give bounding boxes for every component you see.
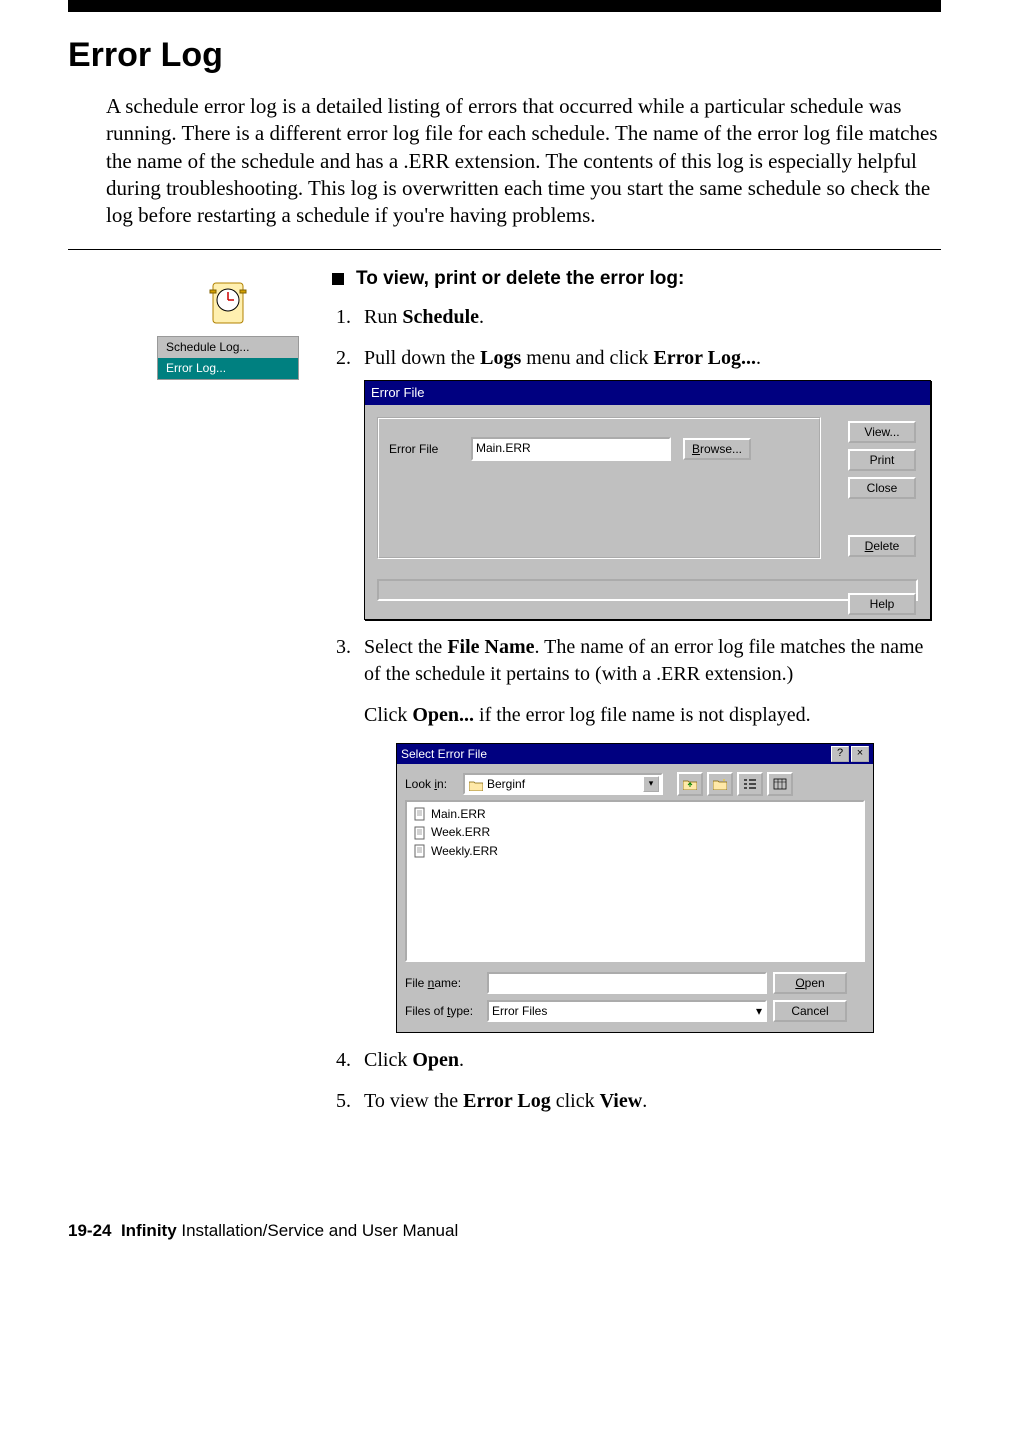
- file-icon: [413, 826, 427, 840]
- dialog-title: Error File: [365, 381, 930, 405]
- section-divider: [68, 249, 941, 250]
- header-rule: [68, 0, 941, 12]
- folder-icon: [469, 779, 483, 790]
- step-5: To view the Error Log click View.: [356, 1088, 941, 1115]
- open-button[interactable]: Open: [773, 972, 847, 994]
- status-bar: [377, 579, 918, 601]
- step-4: Click Open.: [356, 1047, 941, 1074]
- details-view-button[interactable]: [767, 772, 793, 796]
- filename-input[interactable]: [487, 972, 767, 994]
- clock-icon: [203, 278, 253, 328]
- print-button[interactable]: Print: [848, 449, 916, 471]
- file-icon: [413, 844, 427, 858]
- filetype-combo[interactable]: Error Files ▾: [487, 1000, 767, 1022]
- browse-button[interactable]: Browse...: [683, 438, 751, 460]
- step-1: Run Schedule.: [356, 304, 941, 331]
- cancel-button[interactable]: Cancel: [773, 1000, 847, 1022]
- view-button[interactable]: View...: [848, 421, 916, 443]
- close-button[interactable]: Close: [848, 477, 916, 499]
- list-view-button[interactable]: [737, 772, 763, 796]
- error-file-input[interactable]: Main.ERR: [471, 437, 671, 461]
- logs-menu: Schedule Log... Error Log...: [157, 336, 299, 380]
- dialog2-title: Select Error File: [401, 746, 487, 762]
- filename-label: File name:: [405, 975, 481, 991]
- step-3: Select the File Name. The name of an err…: [356, 634, 941, 1033]
- lookin-label: Look in:: [405, 776, 457, 792]
- error-file-label: Error File: [389, 441, 459, 457]
- file-item[interactable]: Main.ERR: [413, 806, 857, 822]
- new-folder-button[interactable]: [707, 772, 733, 796]
- filetype-label: Files of type:: [405, 1003, 481, 1019]
- lookin-combo[interactable]: Berginf ▾: [463, 773, 663, 795]
- step-2: Pull down the Logs menu and click Error …: [356, 345, 941, 620]
- delete-button[interactable]: Delete: [848, 535, 916, 557]
- task-heading: To view, print or delete the error log:: [332, 268, 941, 290]
- up-folder-button[interactable]: [677, 772, 703, 796]
- dropdown-icon[interactable]: ▾: [756, 1003, 762, 1019]
- bullet-square-icon: [332, 273, 344, 285]
- close-titlebar-button[interactable]: ×: [851, 746, 869, 762]
- page-footer: 19-24 Infinity Installation/Service and …: [68, 1221, 458, 1241]
- menu-item-error-log[interactable]: Error Log...: [158, 358, 298, 379]
- help-button[interactable]: Help: [848, 593, 916, 615]
- select-error-file-dialog: Select Error File ? × Look in:: [396, 743, 874, 1033]
- error-file-dialog: Error File Error File Main.ERR Browse...: [364, 380, 931, 620]
- file-item[interactable]: Weekly.ERR: [413, 843, 857, 859]
- page-title: Error Log: [68, 36, 941, 75]
- menu-item-schedule-log[interactable]: Schedule Log...: [158, 337, 298, 358]
- file-item[interactable]: Week.ERR: [413, 824, 857, 840]
- dropdown-icon[interactable]: ▾: [643, 776, 659, 792]
- step-list: Run Schedule. Pull down the Logs menu an…: [332, 304, 941, 1115]
- error-file-groupbox: Error File Main.ERR Browse...: [377, 417, 821, 559]
- help-titlebar-button[interactable]: ?: [831, 746, 849, 762]
- intro-paragraph: A schedule error log is a detailed listi…: [106, 93, 941, 229]
- file-icon: [413, 807, 427, 821]
- file-list[interactable]: Main.ERR Week.ERR Weekly.ERR: [405, 800, 865, 962]
